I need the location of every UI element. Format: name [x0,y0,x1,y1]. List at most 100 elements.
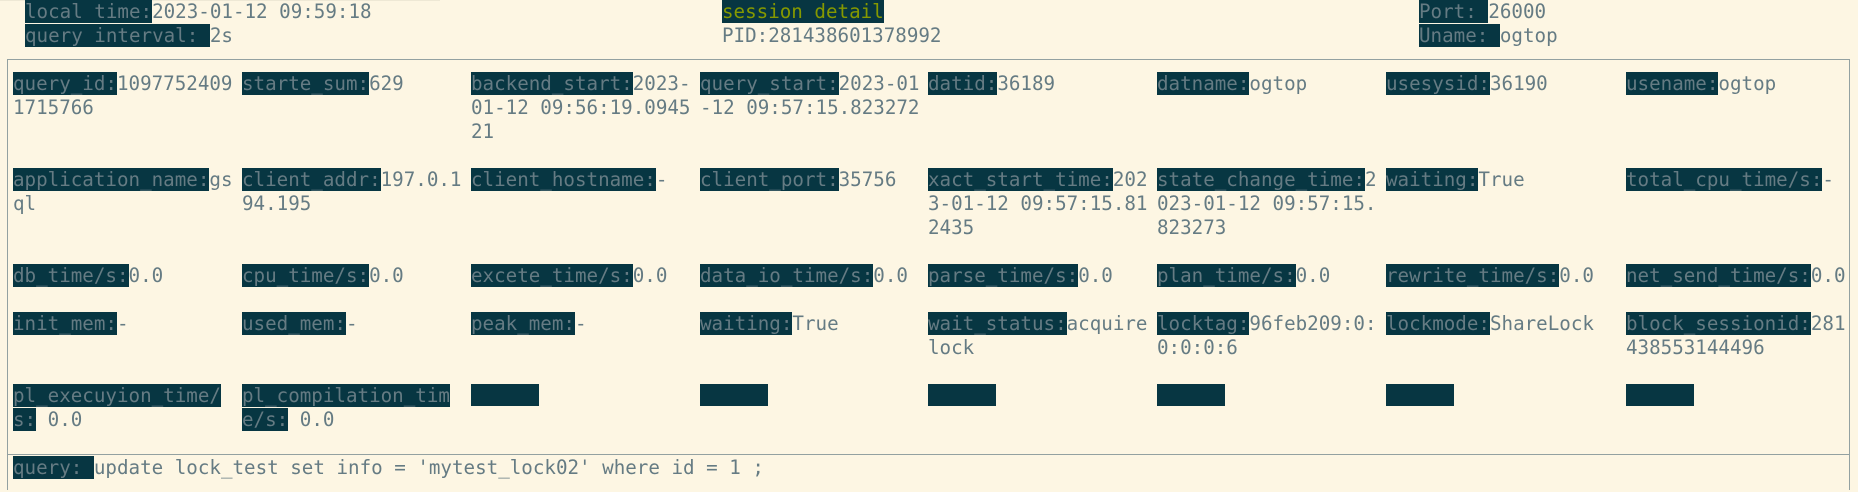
field-usesysid: usesysid:36190 [1386,72,1614,96]
field-label: usesysid: [1386,72,1490,95]
local-time: local time:2023-01-12 09:59:18 [25,0,372,24]
query-text: update lock_test set info = 'mytest_lock… [93,456,764,479]
field-rewrite-time: rewrite_time/s:0.0 [1386,264,1614,288]
field-client-hostname: client_hostname:- [471,168,699,192]
field-value: True [792,312,839,335]
field-label: query_id: [13,72,117,95]
field-value: - [574,312,587,335]
query-interval: query interval: 2s [25,24,233,48]
field-usename: usename:ogtop [1626,72,1854,96]
field-label: cpu_time/s: [242,264,370,287]
query-divider [8,454,1850,455]
field-peak-mem: peak_mem:- [471,312,699,336]
field-init-mem: init_mem:- [13,312,241,336]
empty-field-block [1386,384,1454,408]
port-value: 26000 [1488,0,1547,23]
field-label: net_send_time/s: [1626,264,1811,287]
port-label: Port: [1419,0,1489,23]
field-label: query_start: [700,72,839,95]
field-value: ShareLock [1489,312,1594,335]
uname-value: ogtop [1499,24,1558,47]
field-data-io-time: data_io_time/s:0.0 [700,264,928,288]
field-label: xact_start_time: [928,168,1113,191]
field-state-change-time: state_change_time:2023-01-12 09:57:15.82… [1157,168,1385,240]
field-application-name: application_name:gsql [13,168,241,216]
field-label: pl_compilation_time/s: [242,384,450,431]
query-line: query: update lock_test set info = 'myte… [13,456,764,480]
empty-field-block [700,384,768,408]
pid-text: PID:281438601378992 [722,24,942,47]
field-value: 36189 [997,72,1056,95]
field-parse-time: parse_time/s:0.0 [928,264,1156,288]
field-cpu-time: cpu_time/s:0.0 [242,264,470,288]
field-label: plan_time/s: [1157,264,1296,287]
field-value: 0.0 [128,264,164,287]
field-value: 36190 [1489,72,1548,95]
field-query-start: query_start:2023-01-12 09:57:15.823272 [700,72,928,120]
query-interval-label: query interval: [25,24,210,47]
field-label: usename: [1626,72,1719,95]
field-starte-sum: starte_sum:629 [242,72,470,96]
empty-field-block [928,384,996,408]
field-label: client_addr: [242,168,381,191]
field-wait-status: wait_status:acquire lock [928,312,1156,360]
field-value: - [655,168,668,191]
field-datid: datid:36189 [928,72,1156,96]
field-label: block_sessionid: [1626,312,1811,335]
field-value: True [1478,168,1525,191]
field-label: parse_time/s: [928,264,1079,287]
field-xact-start-time: xact_start_time:2023-01-12 09:57:15.8124… [928,168,1156,240]
field-db-time: db_time/s:0.0 [13,264,241,288]
field-label: waiting: [1386,168,1479,191]
field-label: db_time/s: [13,264,129,287]
field-total-cpu-time: total_cpu_time/s:- [1626,168,1854,192]
field-datname: datname:ogtop [1157,72,1385,96]
field-label: lockmode: [1386,312,1490,335]
field-value: 0.0 [1810,264,1846,287]
field-value: ogtop [1718,72,1777,95]
empty-field-block [471,384,539,408]
field-label: application_name: [13,168,210,191]
field-value: 0.0 [1295,264,1331,287]
field-label: client_port: [700,168,839,191]
field-value: 35756 [838,168,897,191]
field-locktag: locktag:96feb209:0:0:0:0:6 [1157,312,1385,360]
field-value: ogtop [1249,72,1308,95]
field-excete-time: excete_time/s:0.0 [471,264,699,288]
field-label: starte_sum: [242,72,370,95]
field-value: 0.0 [369,264,404,287]
field-pl-compilation-time: pl_compilation_time/s: 0.0 [242,384,470,432]
field-waiting: waiting:True [1386,168,1614,192]
field-used-mem: used_mem:- [242,312,470,336]
field-label: waiting: [700,312,793,335]
field-client-port: client_port:35756 [700,168,928,192]
uname: Uname: ogtop [1419,24,1558,48]
field-value: 0.0 [873,264,908,287]
field-value: 629 [369,72,404,95]
field-block-sessionid: block_sessionid:281438553144496 [1626,312,1854,360]
query-label: query: [13,456,94,479]
field-label: rewrite_time/s: [1386,264,1560,287]
field-label: backend_start: [471,72,633,95]
field-label: peak_mem: [471,312,575,335]
field-label: wait_status: [928,312,1067,335]
empty-field-block [1157,384,1225,408]
field-value: - [116,312,129,335]
uname-label: Uname: [1419,24,1500,47]
session-detail-title: session detail [722,0,884,23]
local-time-label: local time: [25,0,153,23]
field-net-send-time: net_send_time/s:0.0 [1626,264,1856,288]
field-backend-start: backend_start:2023-01-12 09:56:19.094521 [471,72,699,144]
field-pl-execution-time: pl_execuyion_time/s: 0.0 [13,384,241,432]
field-label: client_hostname: [471,168,656,191]
query-interval-value: 2s [209,24,233,47]
field-value: - [345,312,358,335]
field-label: datid: [928,72,998,95]
field-value: - [1822,168,1834,191]
field-client-addr: client_addr:197.0.194.195 [242,168,470,216]
page-title: session detail [722,0,884,24]
field-label: used_mem: [242,312,346,335]
field-plan-time: plan_time/s:0.0 [1157,264,1385,288]
local-time-value: 2023-01-12 09:59:18 [152,0,372,23]
field-waiting-2: waiting:True [700,312,928,336]
